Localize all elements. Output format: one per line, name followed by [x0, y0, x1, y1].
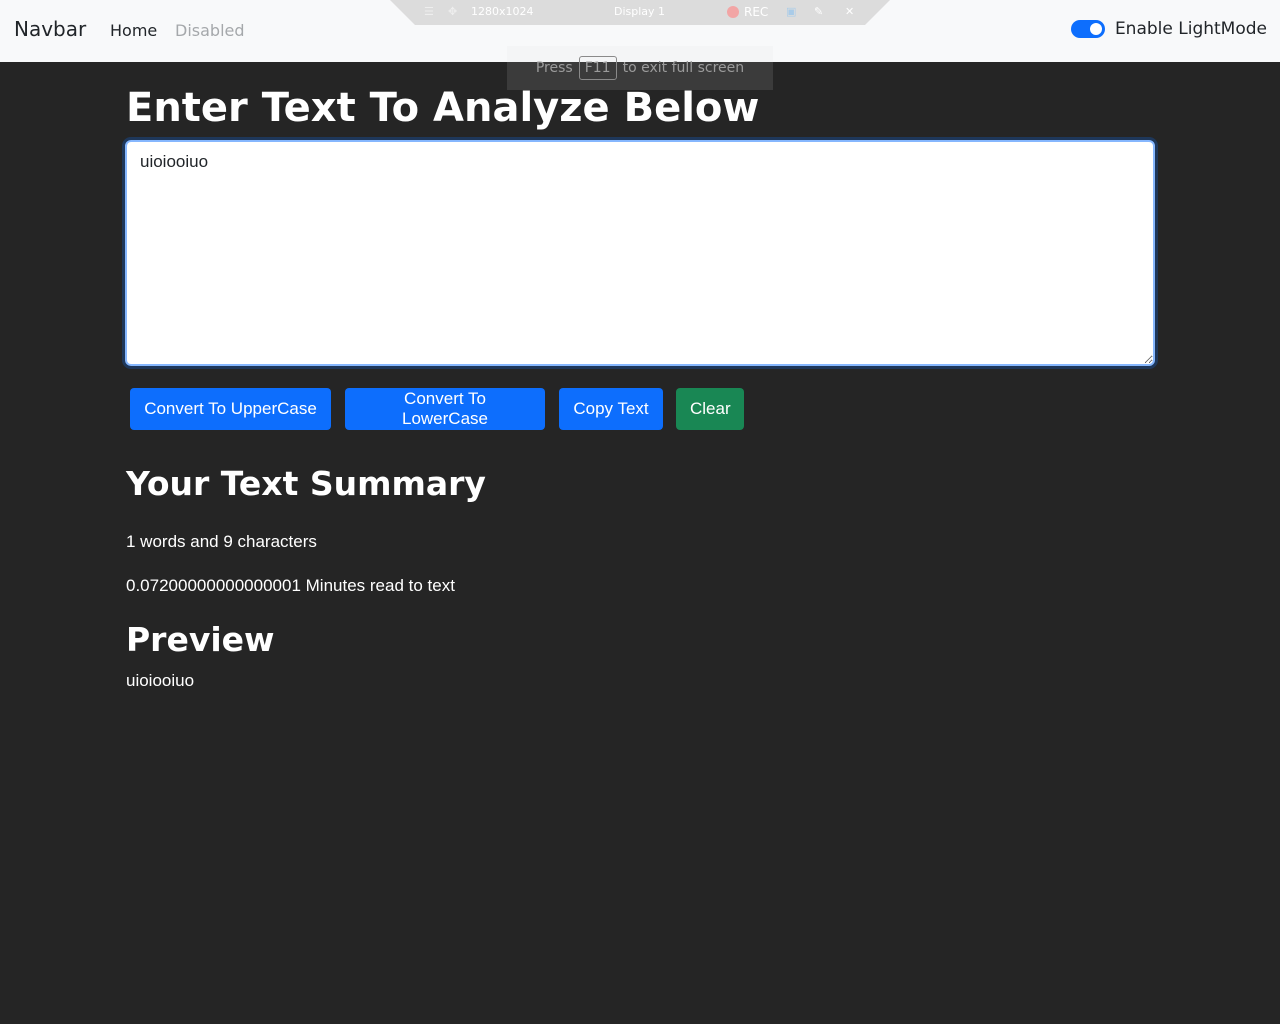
toggle-switch[interactable] — [1070, 20, 1105, 38]
menu-icon[interactable]: ☰ — [424, 5, 434, 18]
f11-key: F11 — [578, 56, 617, 80]
text-input[interactable] — [125, 140, 1155, 366]
copy-text-button[interactable]: Copy Text — [559, 388, 663, 430]
recorder-resolution: 1280x1024 — [471, 5, 534, 18]
preview-heading: Preview — [126, 620, 275, 659]
camera-icon[interactable]: ▣ — [786, 5, 796, 18]
toggle-knob — [1089, 23, 1102, 35]
pin-icon[interactable]: ✥ — [448, 5, 457, 18]
nav-link-home[interactable]: Home — [110, 21, 157, 40]
nav-link-disabled: Disabled — [175, 21, 245, 40]
page-title: Enter Text To Analyze Below — [126, 85, 760, 131]
light-mode-label[interactable]: Enable LightMode — [1115, 19, 1267, 39]
recorder-display[interactable]: Display 1 — [614, 5, 665, 18]
read-time-text: 0.07200000000000001 Minutes read to text — [126, 576, 455, 595]
navbar-brand[interactable]: Navbar — [14, 17, 86, 41]
light-mode-toggle[interactable]: Enable LightMode — [1070, 19, 1267, 39]
fullscreen-hint-after: to exit full screen — [622, 60, 745, 76]
summary-heading: Your Text Summary — [126, 464, 486, 503]
pencil-icon[interactable]: ✎ — [814, 5, 823, 18]
screen-recorder-toolbar: ☰ ✥ 1280x1024 Display 1 REC ▣ ✎ ✕ — [390, 0, 890, 25]
uppercase-button[interactable]: Convert To UpperCase — [130, 388, 331, 430]
close-icon[interactable]: ✕ — [845, 5, 854, 18]
lowercase-button[interactable]: Convert To LowerCase — [345, 388, 545, 430]
record-label[interactable]: REC — [744, 5, 768, 19]
clear-button[interactable]: Clear — [676, 388, 744, 430]
record-icon[interactable] — [727, 6, 739, 18]
preview-text: uioiooiuo — [126, 671, 195, 690]
word-count-text: 1 words and 9 characters — [126, 532, 317, 551]
fullscreen-hint-before: Press — [535, 60, 573, 76]
